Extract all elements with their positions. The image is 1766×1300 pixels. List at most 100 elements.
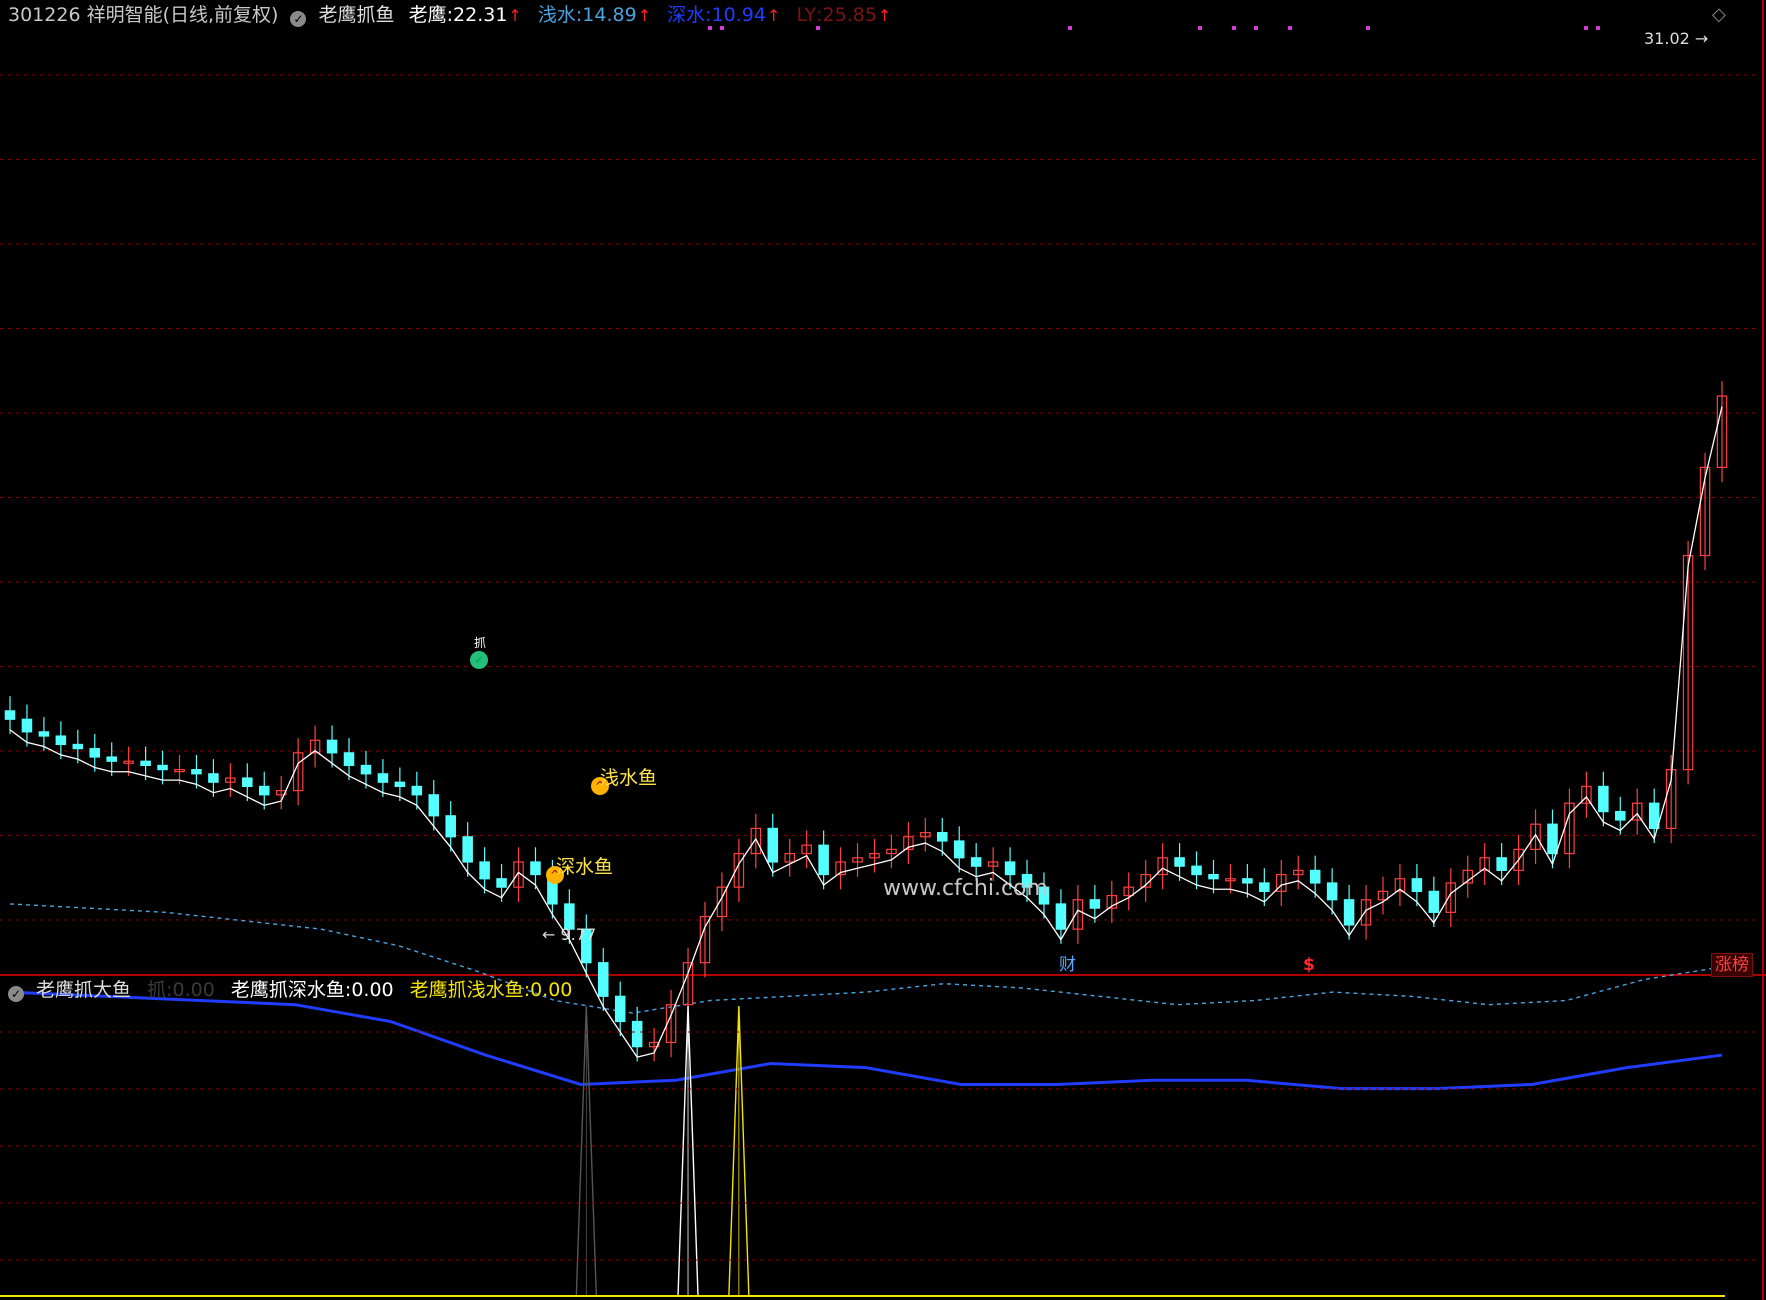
- deep-water-line: [9, 990, 1723, 1091]
- field-shallow-value: 14.89: [582, 4, 637, 26]
- sub-indicator-name[interactable]: 老鹰抓大鱼: [36, 977, 131, 1003]
- sub-field-deep-label: 老鹰抓深水鱼: [230, 979, 345, 1001]
- candle-body: [1648, 802, 1660, 829]
- high-price-label: 31.02 →: [1644, 29, 1709, 48]
- candle-body: [140, 760, 151, 767]
- settings-gear-icon[interactable]: ✓: [290, 11, 307, 27]
- candle-body: [1496, 857, 1507, 871]
- dollar-badge[interactable]: $: [1300, 954, 1318, 976]
- candle-body: [343, 752, 355, 767]
- candle-body: [1428, 890, 1440, 913]
- top-dot: [1232, 26, 1236, 30]
- candle-body: [530, 861, 541, 876]
- candle-body: [191, 769, 202, 775]
- sub-header: ✓ 老鹰抓大鱼 抓: 0.00 老鹰抓深水鱼: 0.00 老鹰抓浅水鱼: 0.0…: [8, 977, 572, 1003]
- candle-body: [1174, 857, 1185, 867]
- candle-body: [631, 1020, 643, 1048]
- deep-polyline: [9, 990, 1723, 1091]
- sub-field-catch-label: 抓: [147, 979, 167, 1001]
- field-shallow-label: 浅水: [537, 4, 576, 26]
- candle-body: [937, 831, 948, 842]
- sub-field-catch-value: 0.00: [172, 979, 215, 1001]
- candle-body: [479, 861, 490, 880]
- candle-body: [258, 785, 270, 796]
- watermark: www.cfchi.com: [883, 876, 1048, 901]
- arrow-up-icon: ↑: [637, 6, 652, 25]
- candle-body: [21, 718, 33, 733]
- field-deep-label: 深水: [667, 4, 706, 26]
- low-price-label: ← 9.77: [542, 925, 597, 944]
- catch-signal-icon: ✓: [470, 651, 488, 669]
- candle-body: [4, 710, 16, 720]
- top-dot: [1288, 26, 1292, 30]
- sub-grid: [0, 1031, 1760, 1261]
- candle-body: [767, 827, 779, 863]
- stock-title[interactable]: 301226 祥明智能(日线,前复权): [8, 2, 278, 28]
- candle-body: [55, 735, 67, 746]
- candle-body: [394, 781, 406, 788]
- candle-body: [496, 878, 507, 888]
- top-dot: [1584, 26, 1588, 30]
- candle-body: [72, 743, 84, 750]
- sub-field-shallow-label: 老鹰抓浅水鱼: [409, 979, 524, 1001]
- candle-body: [1208, 873, 1219, 880]
- candle-body: [614, 995, 626, 1023]
- candle-body: [1055, 903, 1067, 930]
- shallow-fish-label: 浅水鱼: [600, 767, 658, 789]
- arrow-up-icon: ↑: [508, 6, 522, 25]
- candle-body: [411, 785, 423, 796]
- candle-body: [1615, 811, 1626, 821]
- candle-body: [970, 857, 982, 867]
- candle-body: [377, 773, 389, 783]
- candlestick-series: [4, 381, 1728, 1062]
- finance-badge[interactable]: 财: [1056, 954, 1079, 976]
- sub-settings-gear-icon[interactable]: ✓: [8, 986, 24, 1002]
- top-dot: [1068, 26, 1072, 30]
- candle-body: [1004, 861, 1016, 876]
- candle-body: [953, 840, 965, 859]
- top-dot: [1254, 26, 1258, 30]
- catch-signal-label: 抓: [474, 636, 487, 650]
- candle-body: [157, 764, 168, 771]
- candle-body: [818, 844, 829, 876]
- eagle-polyline: [9, 406, 1723, 1058]
- candle-body: [1547, 823, 1558, 855]
- candle-body: [1259, 882, 1270, 892]
- eagle-line: [9, 406, 1723, 1058]
- top-dot: [1596, 26, 1600, 30]
- candle-body: [1343, 899, 1355, 926]
- indicator-name[interactable]: 老鹰抓鱼: [319, 2, 395, 28]
- candle-body: [1242, 878, 1253, 884]
- candle-body: [598, 962, 609, 997]
- sub-field-deep-value: 0.00: [351, 979, 394, 1001]
- candle-body: [445, 815, 456, 838]
- candle-body: [1191, 865, 1202, 876]
- deep-fish-label: 深水鱼: [556, 856, 614, 878]
- chart-window[interactable]: 301226 祥明智能(日线,前复权) ✓ 老鹰抓鱼 老鹰: 22.31↑ 浅水…: [0, 0, 1766, 1300]
- candle-body: [1598, 785, 1609, 813]
- arrow-up-icon: ↑: [766, 6, 781, 25]
- main-header: 301226 祥明智能(日线,前复权) ✓ 老鹰抓鱼 老鹰: 22.31↑ 浅水…: [8, 2, 901, 29]
- sub-indicator-spikes: [575, 1005, 750, 1297]
- sub-field-shallow-value: 0.00: [530, 979, 573, 1001]
- arrow-up-icon: ↑: [877, 6, 892, 25]
- candle-body: [1309, 869, 1321, 884]
- main-price-chart[interactable]: [0, 0, 1766, 1300]
- limit-up-badge[interactable]: 涨榜: [1711, 953, 1753, 977]
- candle-body: [1089, 899, 1101, 909]
- field-eagle-label: 老鹰: [408, 4, 447, 26]
- candle-body: [1326, 882, 1338, 901]
- field-eagle-value: 22.31: [453, 4, 508, 26]
- candle-body: [1411, 878, 1423, 892]
- candle-body: [38, 731, 50, 737]
- field-ly-value: 25.85: [822, 4, 877, 26]
- candle-body: [462, 836, 473, 863]
- diamond-icon[interactable]: ◇: [1712, 4, 1726, 25]
- candle-body: [428, 794, 440, 817]
- field-deep-value: 10.94: [711, 4, 766, 26]
- candle-body: [106, 756, 117, 762]
- candle-body: [208, 773, 219, 783]
- candle-body: [89, 748, 101, 758]
- field-ly-label: LY: [796, 4, 817, 26]
- candle-body: [326, 739, 338, 754]
